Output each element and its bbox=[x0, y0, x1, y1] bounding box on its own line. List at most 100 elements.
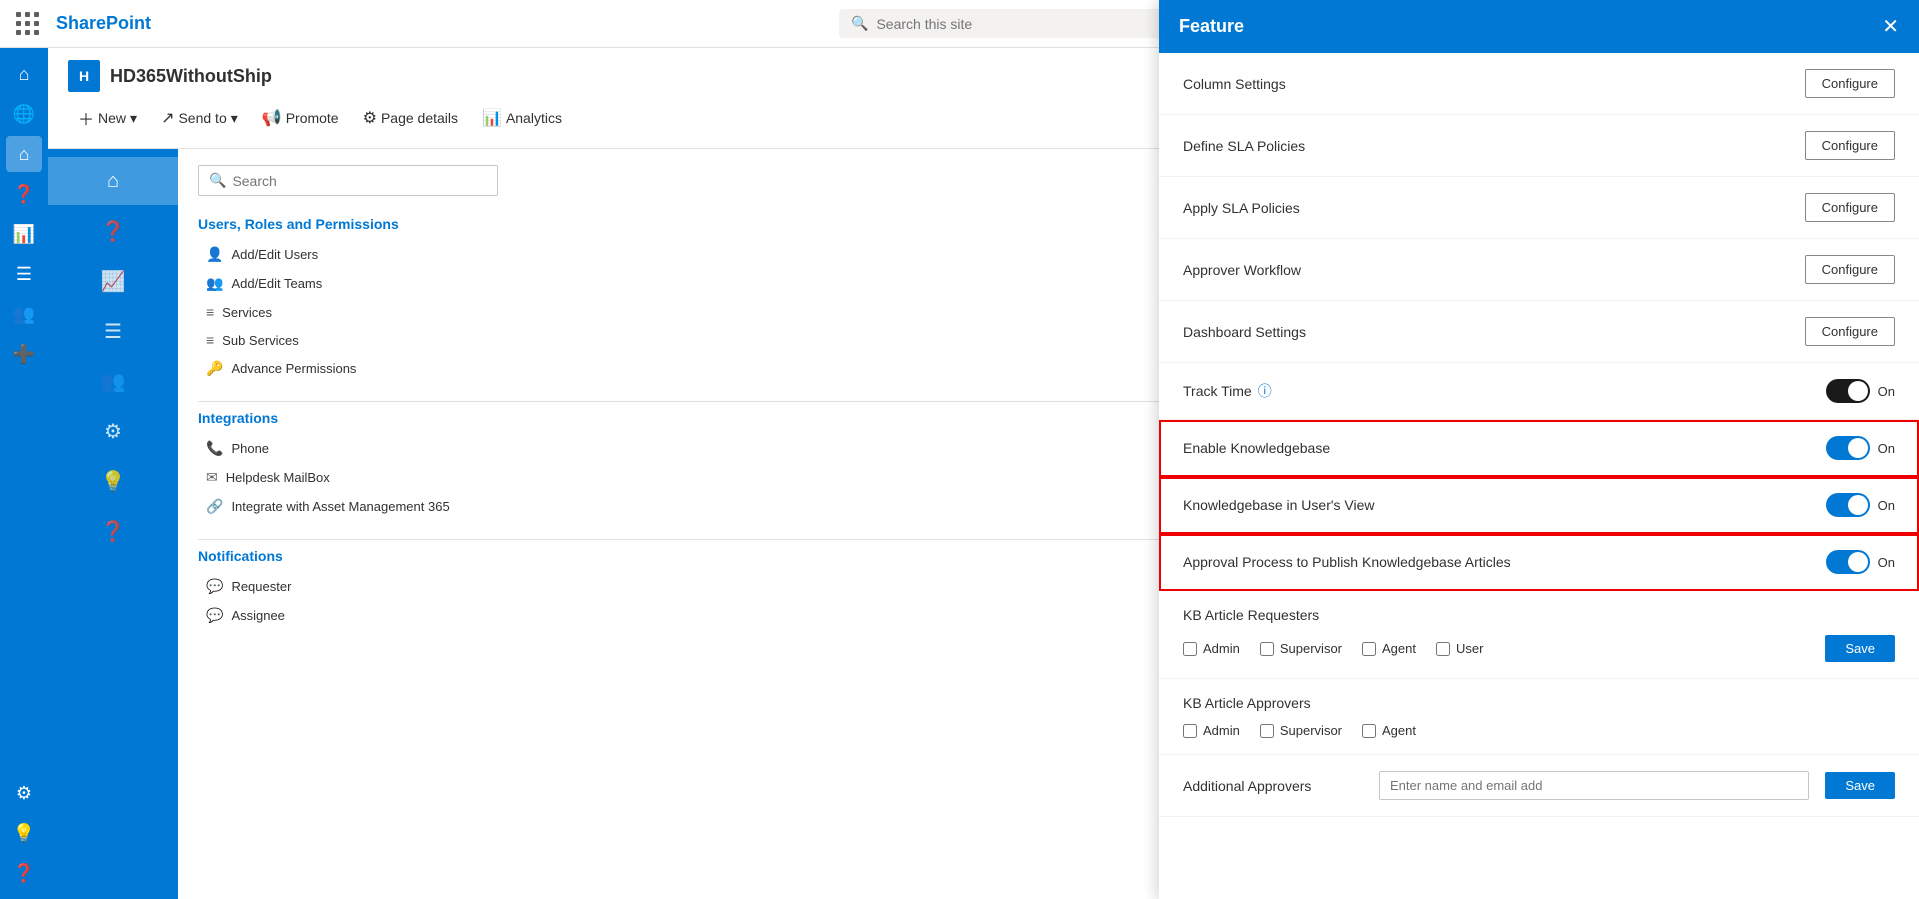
search-icon: 🔍 bbox=[851, 15, 868, 32]
kb-approvers-title: KB Article Approvers bbox=[1183, 695, 1895, 711]
sidebar-bulb-icon[interactable]: 💡 bbox=[6, 815, 42, 851]
new-chevron-icon: ▾ bbox=[130, 110, 137, 127]
sub-nav-question[interactable]: ❓ bbox=[48, 507, 178, 555]
analytics-icon: 📊 bbox=[482, 108, 502, 128]
brand-logo: SharePoint bbox=[56, 13, 151, 34]
page-title: HD365WithoutShip bbox=[110, 66, 272, 87]
kb-approver-admin: Admin bbox=[1183, 723, 1240, 738]
kb-requester-admin-checkbox[interactable] bbox=[1183, 642, 1197, 656]
add-edit-teams-icon: 👥 bbox=[206, 275, 223, 292]
approval-publish-toggle-wrap: On bbox=[1826, 550, 1895, 574]
kb-users-view-toggle[interactable] bbox=[1826, 493, 1870, 517]
services-icon: ≡ bbox=[206, 304, 214, 320]
sidebar-home-icon[interactable]: ⌂ bbox=[6, 56, 42, 92]
kb-requester-supervisor-checkbox[interactable] bbox=[1260, 642, 1274, 656]
content-search-input[interactable] bbox=[232, 173, 487, 189]
feature-label-define-sla: Define SLA Policies bbox=[1183, 138, 1305, 154]
advance-permissions-icon: 🔑 bbox=[206, 360, 223, 377]
feature-label-approval-publish: Approval Process to Publish Knowledgebas… bbox=[1183, 554, 1511, 570]
sidebar-question-icon[interactable]: ❓ bbox=[6, 855, 42, 891]
sub-nav-bulb[interactable]: 💡 bbox=[48, 457, 178, 505]
enable-kb-toggle-wrap: On bbox=[1826, 436, 1895, 460]
feature-row-kb-users-view: Knowledgebase in User's View On bbox=[1159, 477, 1919, 534]
kb-users-view-toggle-wrap: On bbox=[1826, 493, 1895, 517]
left-sub-nav: ⌂ ❓ 📈 ☰ 👥 ⚙ 💡 ❓ bbox=[48, 149, 178, 899]
sidebar-help-icon[interactable]: ❓ bbox=[6, 176, 42, 212]
kb-requester-agent-checkbox[interactable] bbox=[1362, 642, 1376, 656]
sidebar-home2-icon[interactable]: ⌂ bbox=[6, 136, 42, 172]
sidebar-chart-icon[interactable]: 📊 bbox=[6, 216, 42, 252]
assignee-icon: 💬 bbox=[206, 607, 223, 624]
feature-row-track-time: Track Time ⓘ On bbox=[1159, 363, 1919, 420]
kb-users-view-toggle-label: On bbox=[1878, 498, 1895, 513]
sidebar-users-icon[interactable]: 👥 bbox=[6, 296, 42, 332]
sidebar-globe-icon[interactable]: 🌐 bbox=[6, 96, 42, 132]
approval-publish-toggle-label: On bbox=[1878, 555, 1895, 570]
app-grid-icon[interactable] bbox=[16, 12, 40, 36]
configure-approver-workflow-button[interactable]: Configure bbox=[1805, 255, 1895, 284]
content-search-icon: 🔍 bbox=[209, 172, 226, 189]
kb-requesters-checkboxes: Admin Supervisor Agent User Save bbox=[1183, 635, 1895, 662]
track-time-toggle[interactable] bbox=[1826, 379, 1870, 403]
kb-requester-user: User bbox=[1436, 641, 1483, 656]
feature-row-dashboard-settings: Dashboard Settings Configure bbox=[1159, 301, 1919, 363]
feature-row-approval-publish: Approval Process to Publish Knowledgebas… bbox=[1159, 534, 1919, 591]
enable-kb-toggle[interactable] bbox=[1826, 436, 1870, 460]
track-time-toggle-label: On bbox=[1878, 384, 1895, 399]
feature-row-enable-kb: Enable Knowledgebase On bbox=[1159, 420, 1919, 477]
panel-header: Feature ✕ bbox=[1159, 0, 1919, 53]
kb-approver-admin-checkbox[interactable] bbox=[1183, 724, 1197, 738]
kb-requesters-save-button[interactable]: Save bbox=[1825, 635, 1895, 662]
kb-requester-user-checkbox[interactable] bbox=[1436, 642, 1450, 656]
sub-nav-settings[interactable]: ⚙ bbox=[48, 407, 178, 455]
kb-approver-supervisor: Supervisor bbox=[1260, 723, 1342, 738]
feature-panel: Feature ✕ Column Settings Configure Defi… bbox=[1159, 0, 1919, 899]
page-details-icon: ⚙ bbox=[363, 108, 377, 128]
kb-approver-agent-checkbox[interactable] bbox=[1362, 724, 1376, 738]
left-sidebar: ⌂ 🌐 ⌂ ❓ 📊 ☰ 👥 ➕ ⚙ 💡 ❓ bbox=[0, 48, 48, 899]
additional-approvers-input[interactable] bbox=[1379, 771, 1809, 800]
sidebar-list-icon[interactable]: ☰ bbox=[6, 256, 42, 292]
analytics-button[interactable]: 📊 Analytics bbox=[472, 102, 572, 134]
new-button[interactable]: ＋ New ▾ bbox=[68, 100, 147, 136]
sub-nav-chart[interactable]: 📈 bbox=[48, 257, 178, 305]
kb-requesters-title: KB Article Requesters bbox=[1183, 607, 1895, 623]
send-to-icon: ↗ bbox=[161, 108, 174, 128]
kb-approver-supervisor-checkbox[interactable] bbox=[1260, 724, 1274, 738]
new-icon: ＋ bbox=[78, 106, 94, 130]
sub-nav-home[interactable]: ⌂ bbox=[48, 157, 178, 205]
additional-approvers-save-button[interactable]: Save bbox=[1825, 772, 1895, 799]
phone-icon: 📞 bbox=[206, 440, 223, 457]
page-details-button[interactable]: ⚙ Page details bbox=[353, 102, 468, 134]
kb-requester-admin: Admin bbox=[1183, 641, 1240, 656]
site-icon: H bbox=[68, 60, 100, 92]
sidebar-plus-icon[interactable]: ➕ bbox=[6, 336, 42, 372]
promote-button[interactable]: 📢 Promote bbox=[252, 102, 349, 134]
promote-icon: 📢 bbox=[262, 108, 282, 128]
configure-apply-sla-button[interactable]: Configure bbox=[1805, 193, 1895, 222]
enable-kb-toggle-label: On bbox=[1878, 441, 1895, 456]
sub-nav-help[interactable]: ❓ bbox=[48, 207, 178, 255]
send-to-button[interactable]: ↗ Send to ▾ bbox=[151, 102, 248, 134]
sidebar-settings-icon[interactable]: ⚙ bbox=[6, 775, 42, 811]
configure-dashboard-settings-button[interactable]: Configure bbox=[1805, 317, 1895, 346]
panel-close-button[interactable]: ✕ bbox=[1882, 17, 1899, 37]
feature-label-approver-workflow: Approver Workflow bbox=[1183, 262, 1301, 278]
approval-publish-toggle[interactable] bbox=[1826, 550, 1870, 574]
sub-services-icon: ≡ bbox=[206, 332, 214, 348]
panel-title: Feature bbox=[1179, 16, 1244, 37]
sub-nav-users[interactable]: 👥 bbox=[48, 357, 178, 405]
feature-row-column-settings: Column Settings Configure bbox=[1159, 53, 1919, 115]
feature-row-approver-workflow: Approver Workflow Configure bbox=[1159, 239, 1919, 301]
feature-label-dashboard-settings: Dashboard Settings bbox=[1183, 324, 1306, 340]
mailbox-icon: ✉ bbox=[206, 469, 218, 486]
feature-label-track-time: Track Time ⓘ bbox=[1183, 381, 1272, 401]
configure-column-settings-button[interactable]: Configure bbox=[1805, 69, 1895, 98]
configure-define-sla-button[interactable]: Configure bbox=[1805, 131, 1895, 160]
requester-icon: 💬 bbox=[206, 578, 223, 595]
content-search-box: 🔍 bbox=[198, 165, 498, 196]
kb-requesters-section: KB Article Requesters Admin Supervisor A… bbox=[1159, 591, 1919, 679]
panel-body: Column Settings Configure Define SLA Pol… bbox=[1159, 53, 1919, 899]
sub-nav-list[interactable]: ☰ bbox=[48, 307, 178, 355]
kb-approver-agent: Agent bbox=[1362, 723, 1416, 738]
